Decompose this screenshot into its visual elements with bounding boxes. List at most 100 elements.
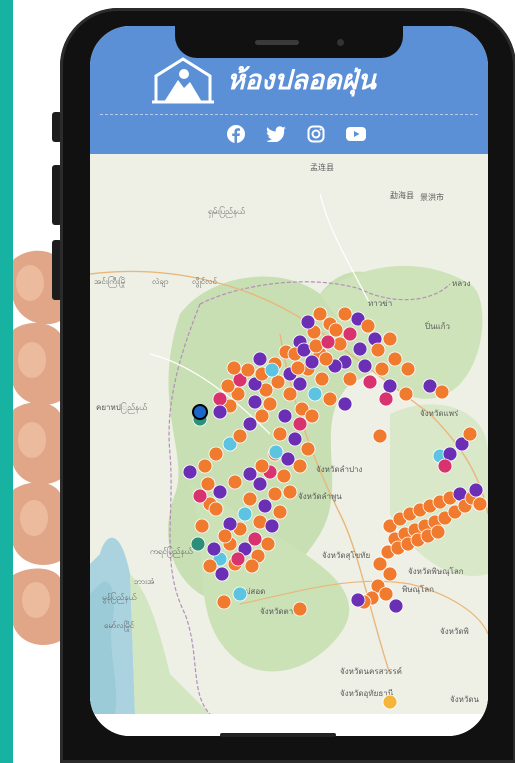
sensor-marker[interactable] xyxy=(262,396,278,412)
sensor-marker[interactable] xyxy=(400,361,416,377)
sensor-marker[interactable] xyxy=(276,468,292,484)
sensor-marker[interactable] xyxy=(272,504,288,520)
map-place-label: 景洪市 xyxy=(420,192,444,202)
sensor-marker[interactable] xyxy=(292,601,308,617)
sensor-marker[interactable] xyxy=(240,362,256,378)
sensor-marker[interactable] xyxy=(227,474,243,490)
sensor-marker[interactable] xyxy=(264,518,280,534)
sensor-marker[interactable] xyxy=(242,491,258,507)
sensor-marker[interactable] xyxy=(216,594,232,610)
sensor-marker[interactable] xyxy=(272,426,288,442)
map-canvas[interactable]: 孟连县勐海县 景洪市ရှမ်းပြည်နယ်အင်းကြီးမြို လဲချာ လွ… xyxy=(90,154,488,715)
sensor-marker[interactable] xyxy=(252,351,268,367)
sensor-marker[interactable] xyxy=(304,354,320,370)
sensor-marker[interactable] xyxy=(194,518,210,534)
sensor-marker[interactable] xyxy=(300,441,316,457)
sensor-marker[interactable] xyxy=(230,551,246,567)
sensor-marker[interactable] xyxy=(254,408,270,424)
sensor-marker[interactable] xyxy=(468,482,484,498)
facebook-icon[interactable] xyxy=(226,124,246,144)
sensor-marker[interactable] xyxy=(208,501,224,517)
sensor-marker[interactable] xyxy=(307,386,323,402)
sensor-marker[interactable] xyxy=(357,358,373,374)
sensor-marker[interactable] xyxy=(254,458,270,474)
sensor-marker[interactable] xyxy=(277,408,293,424)
sensor-marker[interactable] xyxy=(282,484,298,500)
sensor-marker[interactable] xyxy=(268,444,284,460)
sensor-marker[interactable] xyxy=(214,566,230,582)
sensor-marker[interactable] xyxy=(370,342,386,358)
sensor-marker[interactable] xyxy=(200,476,216,492)
sensor-marker[interactable] xyxy=(202,558,218,574)
sensor-marker[interactable] xyxy=(382,331,398,347)
twitter-icon[interactable] xyxy=(266,124,286,144)
brand-name[interactable]: ห้องปลอดฝุ่น xyxy=(227,58,376,101)
sensor-marker[interactable] xyxy=(314,371,330,387)
sensor-marker[interactable] xyxy=(434,384,450,400)
sensor-marker[interactable] xyxy=(378,391,394,407)
sensor-marker[interactable] xyxy=(237,506,253,522)
sensor-marker[interactable] xyxy=(352,341,368,357)
sensor-marker[interactable] xyxy=(360,318,376,334)
house-mountain-logo-icon[interactable] xyxy=(150,56,216,104)
sensor-marker[interactable] xyxy=(212,391,228,407)
sensor-marker[interactable] xyxy=(290,360,306,376)
sensor-marker[interactable] xyxy=(190,536,206,552)
sensor-marker[interactable] xyxy=(212,484,228,500)
sensor-marker[interactable] xyxy=(192,404,208,420)
sensor-marker[interactable] xyxy=(378,586,394,602)
sensor-marker[interactable] xyxy=(182,464,198,480)
sensor-marker[interactable] xyxy=(242,466,258,482)
sensor-marker[interactable] xyxy=(232,586,248,602)
sensor-marker[interactable] xyxy=(247,394,263,410)
sensor-marker[interactable] xyxy=(372,428,388,444)
sensor-marker[interactable] xyxy=(212,404,228,420)
sensor-marker[interactable] xyxy=(300,314,316,330)
sensor-marker[interactable] xyxy=(342,371,358,387)
sensor-marker[interactable] xyxy=(387,351,403,367)
sensor-marker[interactable] xyxy=(292,458,308,474)
sensor-marker[interactable] xyxy=(388,598,404,614)
sensor-marker[interactable] xyxy=(382,378,398,394)
sensor-marker[interactable] xyxy=(362,374,378,390)
sensor-marker[interactable] xyxy=(197,458,213,474)
sensor-marker[interactable] xyxy=(257,498,273,514)
sensor-marker[interactable] xyxy=(267,486,283,502)
phone-screen: ห้องปลอดฝุ่น 孟连县 勐海县 景洪市 ရှမ်းပြည်နယ် အင… xyxy=(90,26,488,736)
sensor-marker[interactable] xyxy=(472,496,488,512)
sensor-marker[interactable] xyxy=(322,391,338,407)
sensor-marker[interactable] xyxy=(312,306,328,322)
sensor-marker[interactable] xyxy=(328,322,344,338)
sensor-marker[interactable] xyxy=(304,408,320,424)
instagram-icon[interactable] xyxy=(306,124,326,144)
sensor-marker[interactable] xyxy=(226,360,242,376)
sensor-marker[interactable] xyxy=(192,488,208,504)
sensor-marker[interactable] xyxy=(292,416,308,432)
sensor-marker[interactable] xyxy=(208,446,224,462)
sensor-marker[interactable] xyxy=(318,351,334,367)
sensor-marker[interactable] xyxy=(287,431,303,447)
sensor-marker[interactable] xyxy=(430,524,446,540)
sensor-marker[interactable] xyxy=(232,428,248,444)
sensor-marker[interactable] xyxy=(337,306,353,322)
sensor-marker[interactable] xyxy=(264,362,280,378)
sensor-marker[interactable] xyxy=(382,694,398,710)
sensor-marker[interactable] xyxy=(217,528,233,544)
sensor-marker[interactable] xyxy=(206,541,222,557)
sensor-marker[interactable] xyxy=(320,334,336,350)
sensor-marker[interactable] xyxy=(437,458,453,474)
sensor-marker[interactable] xyxy=(337,396,353,412)
pm25-sensor-map[interactable]: 孟连县 勐海县 景洪市 ရှမ်းပြည်နယ် အင်းကြီးမြို လဲချာ လွ… xyxy=(90,154,488,715)
sensor-marker[interactable] xyxy=(244,558,260,574)
sensor-marker[interactable] xyxy=(382,566,398,582)
sensor-marker[interactable] xyxy=(462,426,478,442)
map-place-label: หลวง xyxy=(452,279,471,288)
sensor-marker[interactable] xyxy=(280,451,296,467)
sensor-marker[interactable] xyxy=(260,536,276,552)
sensor-marker[interactable] xyxy=(242,416,258,432)
sensor-marker[interactable] xyxy=(398,386,414,402)
youtube-icon[interactable] xyxy=(346,124,366,144)
sensor-marker[interactable] xyxy=(350,592,366,608)
sensor-marker[interactable] xyxy=(282,386,298,402)
sensor-marker[interactable] xyxy=(374,361,390,377)
